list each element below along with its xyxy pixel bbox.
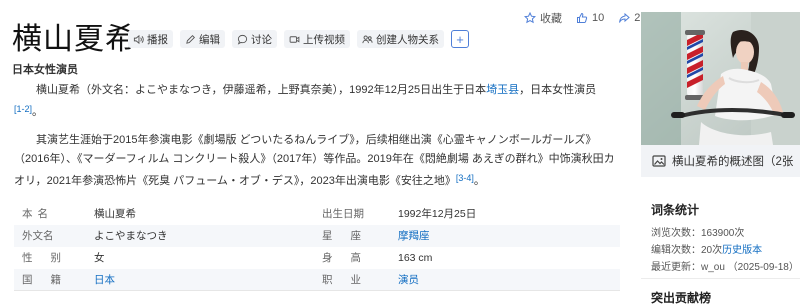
like-button[interactable]: 10 [576, 12, 604, 24]
share-button[interactable]: 2 [618, 12, 640, 24]
table-bottom-divider [14, 290, 620, 291]
thumbs-up-icon [577, 12, 588, 23]
favorite-button[interactable]: 收藏 [524, 10, 562, 26]
entry-actions: 播报 编辑 讨论 上传视频 创建人物关系 + [128, 30, 476, 48]
last-update: 最近更新：w_ou （2025-09-18） [651, 262, 799, 273]
info-label: 星座 [322, 230, 379, 242]
info-row: 国籍 日本 职业 演员 [14, 269, 620, 291]
pencil-icon [186, 34, 195, 44]
entry-subtitle: 日本女性演员 [12, 64, 78, 76]
photo-caption[interactable]: 横山夏希的概述图（2张 [641, 145, 800, 177]
reference-3-4[interactable]: [3-4] [456, 173, 474, 183]
contributors-title: 突出贡献榜 [651, 291, 712, 305]
add-button[interactable]: + [451, 30, 469, 48]
intro-paragraph-2: 其演艺生涯始于2015年参演电影《劇場版 どついたるねんライブ》，后续相继出演《… [14, 131, 622, 191]
star-icon [524, 12, 536, 24]
people-icon [362, 35, 373, 43]
intro-p2-end: 。 [473, 175, 485, 187]
sidebar-divider [641, 278, 800, 279]
stats-title: 词条统计 [651, 203, 700, 217]
discuss-button[interactable]: 讨论 [232, 30, 277, 48]
info-row: 本名 横山夏希 出生日期 1992年12月25日 [14, 203, 620, 225]
intro-p1-text-b: ，日本女性演员 [519, 84, 597, 96]
occupation-link[interactable]: 演员 [398, 269, 419, 291]
info-label: 本名 [22, 208, 53, 220]
intro-p1-end: 。 [32, 106, 44, 118]
nationality-link[interactable]: 日本 [94, 269, 115, 291]
view-count: 浏览次数：163900次 [651, 228, 745, 239]
intro-p1-text-a: 横山夏希（外文名：よこやまなつき，伊藤遥希，上野真奈美），1992年12月25日… [36, 84, 487, 96]
info-value: よこやまなつき [94, 230, 168, 242]
intro-p2-text: 其演艺生涯始于2015年参演电影《劇場版 どついたるねんライブ》，后续相继出演《… [14, 134, 615, 187]
image-gallery-icon [652, 155, 666, 167]
edit-count-text: 编辑次数：20次 [651, 245, 723, 256]
discuss-label: 讨论 [251, 33, 272, 46]
share-count: 2 [634, 12, 641, 24]
upload-video-label: 上传视频 [303, 33, 345, 46]
edit-button[interactable]: 编辑 [180, 30, 225, 48]
broadcast-label: 播报 [147, 33, 168, 46]
create-relation-label: 创建人物关系 [376, 33, 439, 46]
edit-label: 编辑 [199, 33, 220, 46]
summary-photo[interactable] [641, 12, 800, 145]
birthplace-link[interactable]: 埼玉县 [486, 84, 519, 96]
video-icon [289, 35, 300, 43]
create-relation-button[interactable]: 创建人物关系 [357, 30, 444, 48]
like-count: 10 [592, 12, 605, 24]
info-label: 职业 [322, 274, 379, 286]
edit-count: 编辑次数：20次历史版本 [651, 241, 762, 256]
info-row: 外文名 よこやまなつき 星座 摩羯座 [14, 225, 620, 247]
share-icon [619, 12, 631, 23]
upload-video-button[interactable]: 上传视频 [284, 30, 350, 48]
reference-1-2[interactable]: [1-2] [14, 104, 32, 114]
speaker-icon [133, 34, 144, 44]
info-value: 1992年12月25日 [398, 208, 477, 220]
info-value: 横山夏希 [94, 208, 136, 220]
info-value: 女 [94, 252, 105, 264]
chat-bubble-icon [237, 34, 248, 45]
history-link[interactable]: 历史版本 [722, 245, 762, 256]
info-label: 出生日期 [322, 208, 364, 220]
caption-text: 横山夏希的概述图（2张 [672, 156, 794, 168]
info-label: 国籍 [22, 274, 79, 286]
page-title: 横山夏希 [12, 22, 136, 57]
info-value: 163 cm [398, 252, 433, 264]
info-label: 身高 [322, 252, 379, 264]
info-label: 性别 [22, 252, 79, 264]
entry-topbar: 收藏 10 2 [524, 10, 654, 26]
zodiac-link[interactable]: 摩羯座 [398, 225, 430, 247]
broadcast-button[interactable]: 播报 [128, 30, 173, 48]
info-label: 外文名 [22, 230, 54, 242]
portrait-image [641, 12, 800, 145]
info-row: 性别 女 身高 163 cm [14, 247, 620, 269]
favorite-label: 收藏 [540, 13, 562, 25]
intro-paragraph-1: 横山夏希（外文名：よこやまなつき，伊藤遥希，上野真奈美），1992年12月25日… [14, 81, 622, 122]
